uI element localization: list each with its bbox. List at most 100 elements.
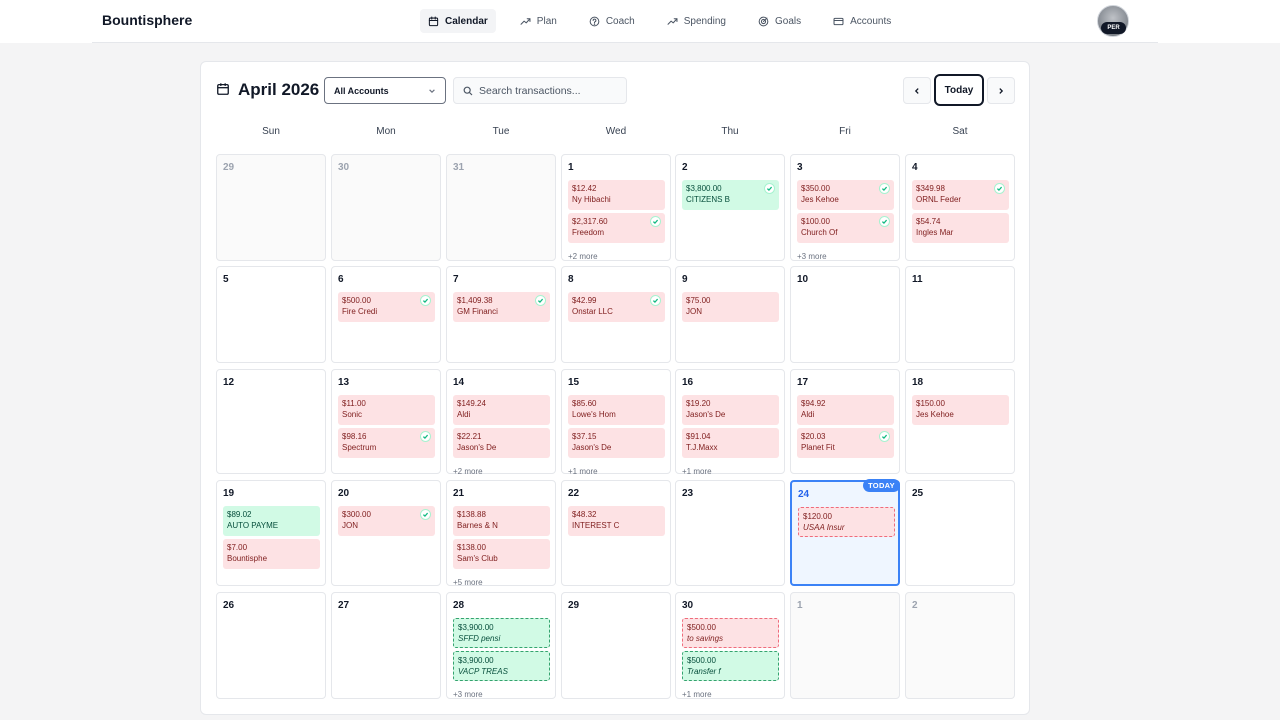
more-transactions-link[interactable]: +1 more [682, 467, 712, 476]
day-number: 1 [797, 600, 803, 611]
transaction-chip[interactable]: $85.60 Lowe's Hom [568, 395, 665, 425]
transaction-chip[interactable]: $138.00 Sam's Club [453, 539, 550, 569]
transaction-chip[interactable]: $100.00 Church Of [797, 213, 894, 243]
more-transactions-link[interactable]: +2 more [453, 467, 483, 476]
transaction-name: Jes Kehoe [801, 195, 839, 204]
transaction-chip[interactable]: $150.00 Jes Kehoe [912, 395, 1009, 425]
more-transactions-link[interactable]: +1 more [682, 690, 712, 699]
search-box[interactable] [453, 77, 627, 104]
calendar-day[interactable]: 7 $1,409.38 GM Financi [446, 266, 556, 363]
calendar-day[interactable]: 21 $138.88 Barnes & N $138.00 Sam's Club +5 m… [446, 480, 556, 587]
transaction-chip[interactable]: $1,409.38 GM Financi [453, 292, 550, 322]
calendar-day[interactable]: 6 $500.00 Fire Credi [331, 266, 441, 363]
transaction-chip[interactable]: $138.88 Barnes & N [453, 506, 550, 536]
account-filter-select[interactable]: All Accounts [324, 77, 446, 104]
calendar-day[interactable]: 3 $350.00 Jes Kehoe $100.00 Church Of +3 more [790, 154, 900, 261]
transaction-chip[interactable]: $2,317.60 Freedom [568, 213, 665, 243]
transaction-chip[interactable]: $19.20 Jason's De [682, 395, 779, 425]
calendar-day[interactable]: 17 $94.92 Aldi $20.03 Planet Fit [790, 369, 900, 474]
transaction-chip[interactable]: $500.00 to savings [682, 618, 779, 648]
calendar-day[interactable]: 15 $85.60 Lowe's Hom $37.15 Jason's De +1 mor… [561, 369, 671, 476]
transaction-chip[interactable]: $20.03 Planet Fit [797, 428, 894, 458]
calendar-day[interactable]: 30 $500.00 to savings $500.00 Transfer f +1 m… [675, 592, 785, 699]
calendar-day[interactable]: 27 [331, 592, 441, 699]
calendar-day[interactable]: 30 [331, 154, 441, 261]
calendar-day[interactable]: 12 [216, 369, 326, 474]
transaction-chip[interactable]: $75.00 JON [682, 292, 779, 322]
transaction-chip[interactable]: $7.00 Bountisphe [223, 539, 320, 569]
transaction-chip[interactable]: $54.74 Ingles Mar [912, 213, 1009, 243]
transaction-chip[interactable]: $42.99 Onstar LLC [568, 292, 665, 322]
more-transactions-link[interactable]: +3 more [797, 252, 827, 261]
transaction-chip[interactable]: $37.15 Jason's De [568, 428, 665, 458]
calendar-day[interactable]: 13 $11.00 Sonic $98.16 Spectrum [331, 369, 441, 474]
transaction-chip[interactable]: $120.00 USAA Insur [798, 507, 895, 537]
nav-spending[interactable]: Spending [659, 9, 734, 33]
transaction-chip[interactable]: $3,900.00 SFFD pensi [453, 618, 550, 648]
transaction-chip[interactable]: $11.00 Sonic [338, 395, 435, 425]
today-button[interactable]: Today [934, 74, 984, 106]
calendar-day[interactable]: 2 $3,800.00 CITIZENS B [675, 154, 785, 261]
transaction-list: $138.88 Barnes & N $138.00 Sam's Club +5 mor… [453, 506, 550, 590]
calendar-day[interactable]: 23 [675, 480, 785, 586]
calendar-day[interactable]: 20 $300.00 JON [331, 480, 441, 586]
previous-month-button[interactable] [903, 77, 931, 104]
nav-calendar[interactable]: Calendar [420, 9, 496, 33]
calendar-day[interactable]: 29 [216, 154, 326, 261]
transaction-chip[interactable]: $94.92 Aldi [797, 395, 894, 425]
calendar-day[interactable]: 16 $19.20 Jason's De $91.04 T.J.Maxx +1 more [675, 369, 785, 476]
transaction-chip[interactable]: $91.04 T.J.Maxx [682, 428, 779, 458]
calendar-day[interactable]: 11 [905, 266, 1015, 363]
calendar-day[interactable]: 29 [561, 592, 671, 699]
transaction-chip[interactable]: $22.21 Jason's De [453, 428, 550, 458]
transaction-chip[interactable]: $48.32 INTEREST C [568, 506, 665, 536]
calendar-day[interactable]: 22 $48.32 INTEREST C [561, 480, 671, 586]
nav-goals[interactable]: Goals [750, 9, 809, 33]
cleared-check-icon [420, 295, 431, 306]
calendar-day[interactable]: 9 $75.00 JON [675, 266, 785, 363]
transaction-name: JON [686, 307, 702, 316]
calendar-day[interactable]: 19 $89.02 AUTO PAYME $7.00 Bountisphe [216, 480, 326, 586]
more-transactions-link[interactable]: +2 more [568, 252, 598, 261]
calendar-day[interactable]: 31 [446, 154, 556, 261]
app-logo[interactable]: Bountisphere [102, 12, 192, 28]
more-transactions-link[interactable]: +5 more [453, 578, 483, 587]
weekday-header: Mon [376, 126, 396, 137]
calendar-day[interactable]: 1 $12.42 Ny Hibachi $2,317.60 Freedom +2 more [561, 154, 671, 261]
calendar-day[interactable]: 14 $149.24 Aldi $22.21 Jason's De +2 more [446, 369, 556, 476]
transaction-list: $19.20 Jason's De $91.04 T.J.Maxx +1 more [682, 395, 779, 479]
transaction-chip[interactable]: $3,900.00 VACP TREAS [453, 651, 550, 681]
transaction-chip[interactable]: $98.16 Spectrum [338, 428, 435, 458]
more-transactions-link[interactable]: +1 more [568, 467, 598, 476]
trending-up-icon [520, 17, 531, 25]
calendar-day-today[interactable]: 24 TODAY $120.00 USAA Insur [790, 479, 900, 586]
transaction-chip[interactable]: $89.02 AUTO PAYME [223, 506, 320, 536]
calendar-day[interactable]: 8 $42.99 Onstar LLC [561, 266, 671, 363]
calendar-day[interactable]: 5 [216, 266, 326, 363]
calendar-day[interactable]: 1 [790, 592, 900, 699]
more-transactions-link[interactable]: +3 more [453, 690, 483, 699]
day-number: 12 [223, 377, 235, 388]
transaction-chip[interactable]: $350.00 Jes Kehoe [797, 180, 894, 210]
nav-coach[interactable]: Coach [581, 9, 643, 33]
transaction-chip[interactable]: $349.98 ORNL Feder [912, 180, 1009, 210]
day-number: 29 [568, 600, 580, 611]
search-input[interactable] [479, 84, 619, 97]
nav-accounts[interactable]: Accounts [825, 9, 899, 33]
nav-plan[interactable]: Plan [512, 9, 565, 33]
transaction-chip[interactable]: $12.42 Ny Hibachi [568, 180, 665, 210]
calendar-day[interactable]: 10 [790, 266, 900, 363]
cleared-check-icon [650, 216, 661, 227]
transaction-chip[interactable]: $500.00 Fire Credi [338, 292, 435, 322]
calendar-day[interactable]: 18 $150.00 Jes Kehoe [905, 369, 1015, 474]
calendar-day[interactable]: 28 $3,900.00 SFFD pensi $3,900.00 VACP TREAS… [446, 592, 556, 699]
next-month-button[interactable] [987, 77, 1015, 104]
transaction-chip[interactable]: $3,800.00 CITIZENS B [682, 180, 779, 210]
transaction-chip[interactable]: $500.00 Transfer f [682, 651, 779, 681]
calendar-day[interactable]: 26 [216, 592, 326, 699]
calendar-day[interactable]: 2 [905, 592, 1015, 699]
calendar-day[interactable]: 4 $349.98 ORNL Feder $54.74 Ingles Mar [905, 154, 1015, 261]
calendar-day[interactable]: 25 [905, 480, 1015, 586]
transaction-chip[interactable]: $300.00 JON [338, 506, 435, 536]
transaction-chip[interactable]: $149.24 Aldi [453, 395, 550, 425]
